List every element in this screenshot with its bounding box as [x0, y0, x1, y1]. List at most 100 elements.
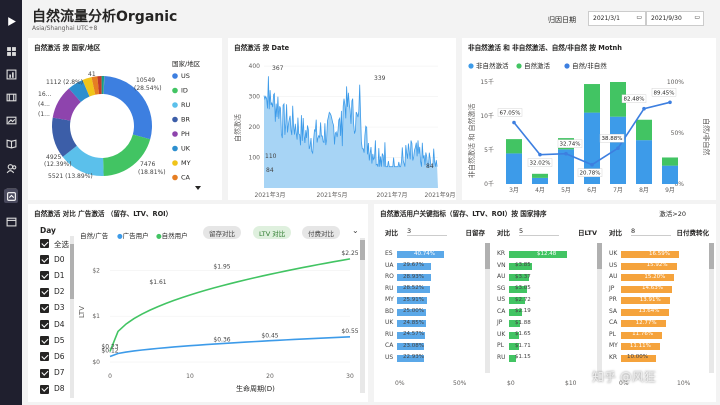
kpi-country: CA	[609, 319, 617, 326]
slicer-item-label: D1	[54, 271, 65, 280]
legend-item[interactable]: MY	[181, 159, 191, 167]
kpi-scrollbar[interactable]	[709, 243, 714, 373]
monthly-combo-chart[interactable]: 非自然激活 自然激活 自然/非自然 非自然激活 和 自然激活 自然/非自然 15千1…	[462, 38, 716, 200]
kpi-country: UK	[609, 250, 617, 257]
x-tick-label: 3月	[509, 187, 519, 194]
slicer-checkbox[interactable]	[40, 271, 49, 280]
legend-item[interactable]: PH	[181, 130, 190, 138]
ad-ltv-label: $0.45	[261, 332, 278, 339]
ratio-label: 89.45%	[654, 90, 675, 96]
bar-organic[interactable]	[636, 120, 652, 140]
legend-item[interactable]: US	[181, 72, 190, 80]
line-peak-label: 339	[374, 75, 386, 82]
ratio-point[interactable]	[512, 121, 516, 125]
users-icon[interactable]	[4, 161, 18, 175]
kpi-value: 13.91%	[640, 297, 661, 303]
ratio-label: 67.05%	[500, 110, 521, 116]
x-tick-label: 10	[186, 373, 194, 380]
bar-organic[interactable]	[584, 84, 600, 113]
bar-non-organic[interactable]	[662, 166, 678, 184]
start-date-input[interactable]: 2021/3/1 ▭	[588, 11, 646, 26]
kpi-table-header: 对比 3 日留存	[385, 227, 489, 239]
legend-item[interactable]: 非自然激活	[476, 61, 509, 70]
kpi-country: RU	[497, 354, 506, 361]
kpi-axis-label: $10	[565, 380, 576, 387]
bar-non-organic[interactable]	[506, 153, 522, 184]
bar-non-organic[interactable]	[636, 140, 652, 184]
organic-page-icon[interactable]	[4, 189, 18, 203]
kpi-value: 24.85%	[403, 320, 424, 326]
compare-day-input[interactable]: 8	[631, 227, 671, 236]
ratio-point[interactable]	[616, 146, 620, 150]
slicer-checkbox[interactable]	[40, 255, 49, 264]
ltv-title: 自然激活 对比 广告激活 （留存、LTV、ROI）	[34, 208, 172, 218]
ltv-scrollbar[interactable]	[360, 238, 365, 393]
image-icon[interactable]	[4, 113, 18, 127]
slicer-item-label: D7	[54, 368, 65, 377]
calendar-icon[interactable]: ▭	[694, 14, 700, 21]
ratio-point[interactable]	[668, 100, 672, 104]
legend-item[interactable]: ID	[181, 87, 188, 95]
calendar-icon[interactable]: ▭	[636, 14, 642, 21]
book-icon[interactable]	[4, 136, 18, 150]
kpi-value: 13.64%	[639, 308, 660, 314]
slicer-checkbox[interactable]	[40, 352, 49, 361]
report-icon[interactable]	[4, 67, 18, 81]
kpi-scrollbar[interactable]	[597, 243, 602, 373]
retention-compare-button[interactable]: 留存对比	[203, 226, 241, 239]
ratio-point[interactable]	[590, 163, 594, 167]
x-tick-label: 4月	[535, 187, 545, 194]
calendar-icon[interactable]	[4, 214, 18, 228]
legend-scroll-down-icon[interactable]	[195, 186, 201, 190]
ratio-point[interactable]	[564, 152, 568, 156]
legend-item[interactable]: BR	[181, 116, 190, 124]
ltv-compare-button[interactable]: LTV 对比	[253, 226, 291, 239]
slicer-checkbox[interactable]	[40, 385, 49, 394]
x-tick-label: 2021年9月	[424, 191, 455, 199]
bar-organic[interactable]	[506, 139, 522, 153]
kpi-value: $1.71	[515, 343, 531, 349]
kpi-scrollbar[interactable]	[485, 243, 490, 373]
home-icon[interactable]	[4, 44, 18, 58]
legend-item[interactable]: 自然/非自然	[572, 61, 607, 70]
ltv-line-chart[interactable]: LTV 生命周期(D) $2$1$00 10 20 30 $0.23$1.61$1.9…	[74, 240, 360, 398]
kpi-country: CA	[385, 342, 393, 349]
powerbi-logo-icon[interactable]	[4, 14, 18, 28]
chevron-down-icon[interactable]: ⌄	[352, 226, 359, 235]
date-filter-label: 归因日期	[548, 15, 576, 25]
compare-day-input[interactable]: 3	[407, 227, 447, 236]
film-icon[interactable]	[4, 90, 18, 104]
x-tick-label: 30	[346, 373, 354, 380]
bar-non-organic[interactable]	[532, 178, 548, 184]
pay-compare-button[interactable]: 付费对比	[302, 226, 340, 239]
ratio-label: 32.02%	[530, 161, 551, 167]
donut-label: 16...	[38, 91, 51, 98]
bar-non-organic[interactable]	[610, 117, 626, 184]
kpi-country: UK	[497, 331, 505, 338]
x-tick-label: 5月	[561, 187, 571, 194]
organic-ltv-label: $1.95	[213, 264, 230, 271]
kpi-value: 15.20%	[644, 274, 665, 280]
daily-line-chart[interactable]: 自然激活 400 300 200 100 2021年3月 2021年5月 2021年7月 20…	[228, 38, 456, 200]
legend-item[interactable]: RU	[181, 101, 191, 109]
bar-organic[interactable]	[662, 157, 678, 165]
legend-item[interactable]: UK	[181, 145, 191, 153]
legend-item[interactable]: 自然激活	[524, 61, 551, 70]
end-date-input[interactable]: 2021/9/30 ▭	[646, 11, 704, 26]
slicer-checkbox[interactable]	[40, 239, 49, 248]
kpi-value: 24.57%	[403, 331, 424, 337]
y-tick-label: 100	[249, 155, 261, 162]
compare-day-input[interactable]: 5	[519, 227, 559, 236]
slicer-checkbox[interactable]	[40, 304, 49, 313]
slicer-checkbox[interactable]	[40, 320, 49, 329]
ratio-point[interactable]	[538, 153, 542, 157]
ratio-point[interactable]	[642, 107, 646, 111]
slicer-checkbox[interactable]	[40, 336, 49, 345]
slicer-checkbox[interactable]	[40, 288, 49, 297]
slicer-checkbox[interactable]	[40, 369, 49, 378]
donut-chart[interactable]: 国家/地区 US ID RU BR PH UK MY CA 10549 (28.54%) 74…	[28, 38, 222, 200]
legend-swatch	[172, 160, 178, 166]
bar-organic[interactable]	[532, 174, 548, 178]
kpi-value: 40.74%	[414, 251, 435, 257]
legend-item[interactable]: CA	[181, 174, 191, 182]
